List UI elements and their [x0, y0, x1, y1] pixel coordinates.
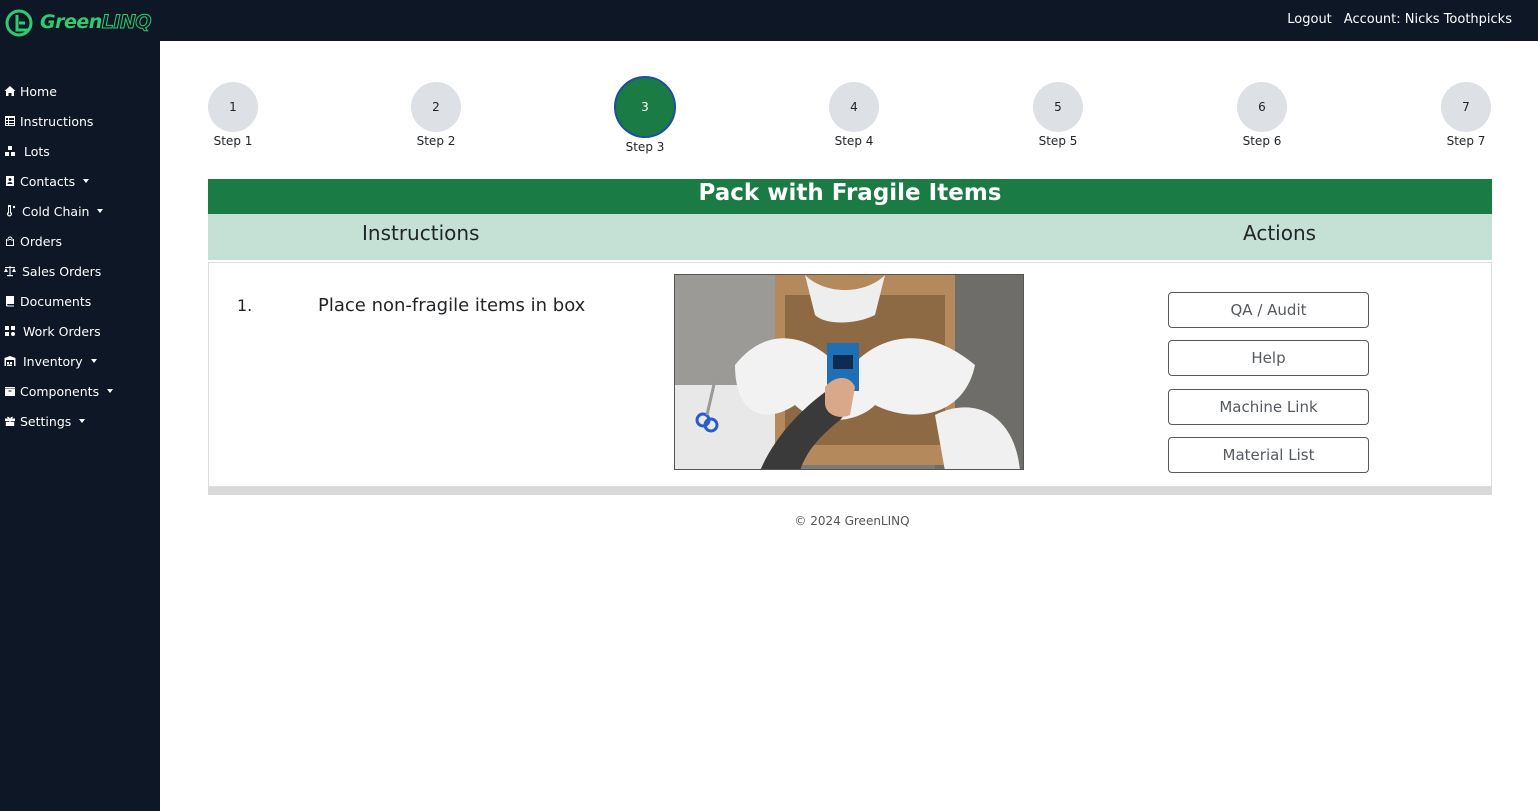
sidebar-item-label: Inventory	[23, 353, 83, 369]
step-3[interactable]: 3 Step 3	[605, 76, 685, 154]
step-label: Step 3	[625, 140, 665, 154]
table-icon	[3, 114, 17, 128]
step-5[interactable]: 5 Step 5	[1018, 82, 1098, 148]
chevron-down-icon	[90, 359, 97, 363]
step-circle[interactable]: 1	[208, 82, 258, 132]
sidebar-item-orders[interactable]: Orders	[3, 231, 62, 251]
step-4[interactable]: 4 Step 4	[814, 82, 894, 148]
step-label: Step 5	[1038, 134, 1078, 148]
step-circle-active[interactable]: 3	[614, 76, 676, 138]
step-circle[interactable]: 6	[1237, 82, 1287, 132]
sidebar-item-label: Home	[20, 83, 57, 99]
warehouse-icon	[3, 354, 17, 368]
thermometer-icon	[3, 204, 17, 218]
sidebar-item-label: Work Orders	[23, 323, 101, 339]
step-label: Step 4	[834, 134, 874, 148]
sidebar-item-sales-orders[interactable]: Sales Orders	[3, 261, 101, 281]
greenlinq-logo[interactable]: GreenLINQ	[4, 6, 154, 42]
step-circle[interactable]: 2	[411, 82, 461, 132]
sidebar-item-components[interactable]: Components	[3, 381, 114, 401]
chevron-down-icon	[107, 389, 114, 393]
qa-audit-button[interactable]: QA / Audit	[1168, 292, 1369, 328]
sidebar-item-label: Sales Orders	[22, 263, 102, 279]
sidebar-item-label: Cold Chain	[22, 203, 90, 219]
sidebar-item-settings[interactable]: Settings	[3, 411, 86, 431]
step-label: Step 1	[213, 134, 253, 148]
chevron-down-icon	[97, 209, 104, 213]
sidebar-item-instructions[interactable]: Instructions	[3, 111, 93, 131]
book-icon	[3, 294, 17, 308]
sidebar-item-label: Lots	[24, 143, 50, 159]
box-icon	[3, 384, 17, 398]
step-circle[interactable]: 4	[829, 82, 879, 132]
top-navbar: GreenLINQ Logout Account: Nicks Toothpic…	[0, 0, 1538, 41]
account-link[interactable]: Account: Nicks Toothpicks	[1344, 12, 1512, 27]
sidebar-item-contacts[interactable]: Contacts	[3, 171, 90, 191]
machine-link-button[interactable]: Machine Link	[1168, 389, 1369, 425]
gift-icon	[3, 414, 17, 428]
instruction-text: Place non-fragile items in box	[318, 295, 586, 316]
step-2[interactable]: 2 Step 2	[396, 82, 476, 148]
sidebar-item-label: Documents	[20, 293, 92, 309]
step-circle[interactable]: 7	[1441, 82, 1491, 132]
logout-link[interactable]: Logout	[1287, 12, 1332, 27]
copyright-text: © 2024 GreenLINQ	[794, 514, 910, 528]
table-header: Instructions Actions	[208, 214, 1492, 260]
users-cog-icon	[3, 324, 17, 338]
sidebar-item-documents[interactable]: Documents	[3, 291, 91, 311]
sidebar-item-home[interactable]: Home	[3, 81, 57, 101]
actions-header: Actions	[1243, 221, 1317, 245]
sidebar-item-label: Contacts	[20, 173, 76, 189]
instructions-header: Instructions	[362, 221, 480, 245]
address-book-icon	[3, 174, 17, 188]
shopping-bag-icon	[3, 234, 17, 248]
logo-text: GreenLINQ	[40, 11, 152, 34]
step-6[interactable]: 6 Step 6	[1222, 82, 1302, 148]
help-button[interactable]: Help	[1168, 340, 1369, 376]
step-label: Step 7	[1446, 134, 1486, 148]
sidebar-item-cold-chain[interactable]: Cold Chain	[3, 201, 104, 221]
sidebar-item-label: Instructions	[20, 113, 94, 129]
step-circle[interactable]: 5	[1033, 82, 1083, 132]
home-icon	[3, 84, 17, 98]
step-1[interactable]: 1 Step 1	[193, 82, 273, 148]
step-7[interactable]: 7 Step 7	[1426, 82, 1506, 148]
logo-mark-icon	[5, 9, 33, 37]
sidebar-item-lots[interactable]: Lots	[3, 141, 50, 161]
cubes-icon	[3, 144, 17, 158]
instruction-photo	[674, 274, 1024, 470]
sidebar-item-label: Orders	[20, 233, 63, 249]
sidebar-item-inventory[interactable]: Inventory	[3, 351, 97, 371]
sidebar-item-work-orders[interactable]: Work Orders	[3, 321, 101, 341]
chevron-down-icon	[83, 179, 90, 183]
page-title: Pack with Fragile Items	[208, 179, 1492, 214]
sidebar-item-label: Settings	[20, 413, 72, 429]
sidebar-item-label: Components	[20, 383, 100, 399]
chevron-down-icon	[79, 419, 86, 423]
material-list-button[interactable]: Material List	[1168, 437, 1369, 473]
instruction-number: 1.	[237, 296, 253, 315]
content-footer-bar	[208, 487, 1492, 495]
step-label: Step 2	[416, 134, 456, 148]
balance-scale-icon	[3, 264, 17, 278]
step-label: Step 6	[1242, 134, 1282, 148]
